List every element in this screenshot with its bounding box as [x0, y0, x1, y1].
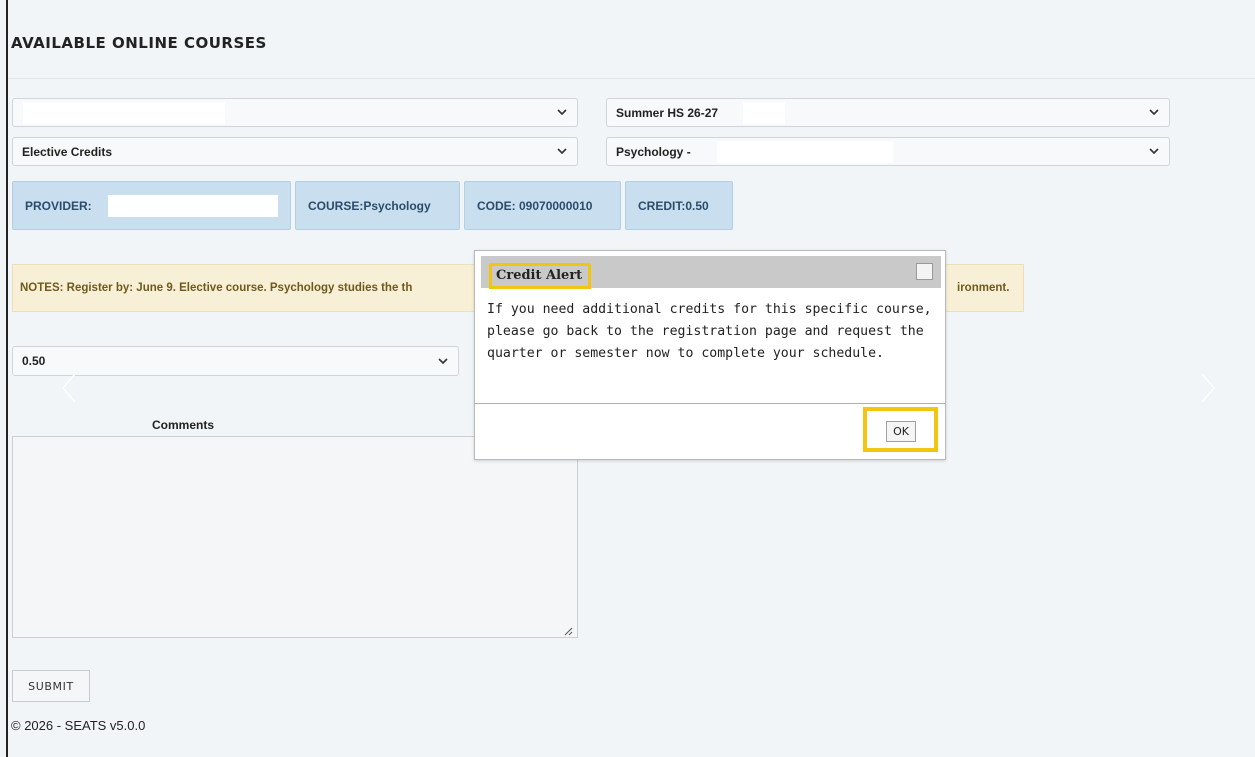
credit-select[interactable]: 0.50 — [12, 346, 459, 376]
chevron-down-icon — [556, 145, 568, 157]
redacted-block — [23, 102, 225, 124]
course-code: CODE: 09070000010 — [477, 198, 593, 213]
course-chip: COURSE:Psychology — [295, 181, 460, 230]
left-border — [6, 0, 8, 757]
chevron-down-icon — [556, 106, 568, 118]
dialog-message-line: please go back to the registration page … — [487, 324, 924, 339]
dialog-message-line: quarter or semester now to complete your… — [487, 346, 884, 361]
credit-select-value: 0.50 — [22, 354, 46, 368]
dialog-header: Credit Alert — [481, 256, 941, 289]
redacted-block — [107, 194, 278, 217]
school-select[interactable] — [12, 98, 578, 127]
term-select-value: Summer HS 26-27 — [616, 105, 719, 120]
course-name: COURSE:Psychology — [308, 198, 431, 213]
dialog-message-line: If you need additional credits for this … — [487, 302, 932, 317]
ok-highlight: OK — [863, 407, 938, 452]
chevron-down-icon — [1148, 145, 1160, 157]
notes-text-end: ironment. — [957, 282, 1010, 294]
comments-textarea[interactable] — [12, 436, 578, 638]
course-select-value: Psychology - — [616, 144, 691, 159]
divider — [8, 78, 1255, 79]
course-select[interactable]: Psychology - — [606, 137, 1170, 166]
course-credit: CREDIT:0.50 — [638, 198, 709, 213]
chevron-down-icon — [1148, 106, 1160, 118]
footer-text: © 2026 - SEATS v5.0.0 — [11, 718, 146, 733]
credit-chip: CREDIT:0.50 — [625, 181, 733, 230]
redacted-block — [743, 102, 785, 124]
close-button[interactable] — [916, 263, 933, 280]
comments-label: Comments — [152, 418, 215, 432]
dialog-divider — [475, 403, 945, 404]
category-select[interactable]: Elective Credits — [12, 137, 578, 166]
carousel-next-icon[interactable] — [1199, 372, 1217, 404]
dialog-message: If you need additional credits for this … — [487, 299, 937, 365]
credit-alert-dialog: Credit Alert If you need additional cred… — [474, 250, 946, 460]
notes-text: NOTES: Register by: June 9. Elective cou… — [20, 282, 413, 294]
dialog-title: Credit Alert — [489, 263, 592, 289]
page-title: AVAILABLE ONLINE COURSES — [11, 34, 267, 52]
resize-grip-icon[interactable] — [563, 623, 573, 636]
provider-label: PROVIDER: — [25, 198, 92, 213]
chevron-down-icon — [437, 355, 449, 367]
category-select-value: Elective Credits — [22, 144, 113, 159]
ok-button[interactable]: OK — [886, 421, 916, 442]
provider-chip: PROVIDER: — [12, 181, 291, 230]
code-chip: CODE: 09070000010 — [464, 181, 621, 230]
redacted-block — [717, 141, 893, 163]
term-select[interactable]: Summer HS 26-27 — [606, 98, 1170, 127]
carousel-prev-icon[interactable] — [60, 372, 78, 404]
submit-button[interactable]: SUBMIT — [12, 670, 90, 702]
